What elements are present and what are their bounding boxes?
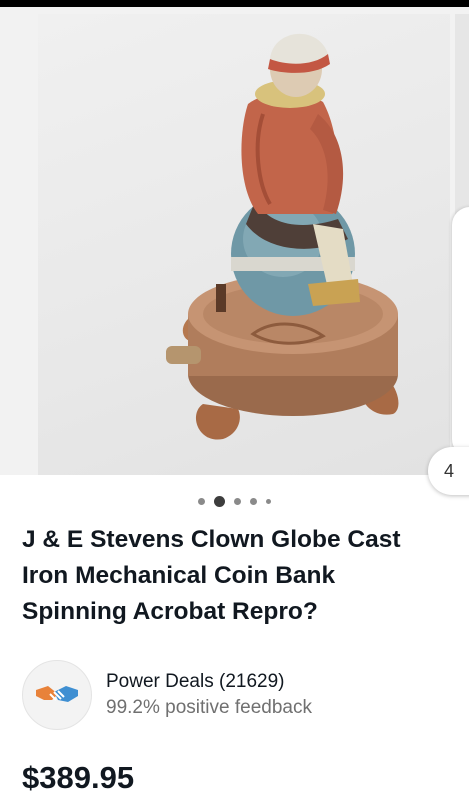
status-bar	[0, 0, 469, 7]
seller-feedback: 99.2% positive feedback	[106, 697, 312, 718]
product-photo[interactable]	[38, 14, 450, 475]
gallery-pagination-dots	[0, 494, 469, 508]
pagination-dot	[234, 497, 241, 505]
image-counter-text: 4	[444, 461, 455, 481]
image-counter-badge[interactable]: 4	[428, 447, 469, 495]
pagination-dot-active	[214, 495, 225, 507]
image-gallery[interactable]	[0, 7, 469, 475]
pagination-dot	[266, 498, 271, 504]
seller-name[interactable]: Power Deals (21629)	[106, 669, 312, 695]
handshake-icon	[36, 686, 78, 702]
seller-info[interactable]: Power Deals (21629) 99.2% positive feedb…	[22, 660, 462, 730]
pagination-dot	[250, 497, 257, 505]
seller-avatar[interactable]	[22, 660, 92, 730]
clown-bank-image	[166, 33, 399, 440]
pagination-dot	[198, 497, 205, 505]
listing-price: $389.95	[22, 760, 135, 795]
next-photo-card[interactable]	[452, 207, 469, 457]
listing-title: J & E Stevens Clown Globe Cast Iron Mech…	[22, 526, 401, 625]
